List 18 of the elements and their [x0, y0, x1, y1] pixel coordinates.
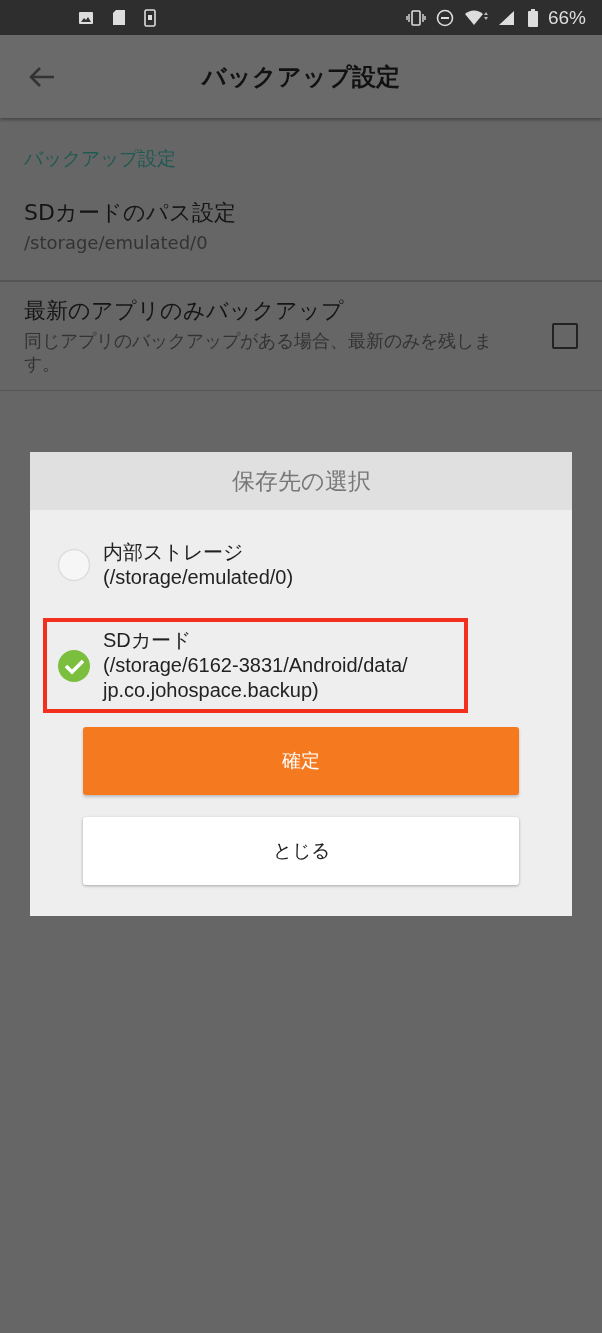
checkbox[interactable] — [552, 322, 578, 349]
sd-card-icon — [112, 9, 126, 26]
back-arrow-icon[interactable] — [28, 64, 56, 89]
battery-level: 66% — [547, 6, 586, 29]
storage-option[interactable]: 内部ストレージ (/storage/emulated/0) — [43, 530, 468, 600]
close-button[interactable]: とじる — [83, 817, 519, 885]
check-circle-icon — [57, 648, 91, 683]
section-header: バックアップ設定 — [23, 146, 177, 171]
battery-icon — [527, 8, 538, 27]
storage-option[interactable]: SDカード (/storage/6162-3831/Android/data/jp.co.johospace.backup) — [43, 618, 468, 713]
vibrate-icon — [405, 9, 426, 26]
phone-icon — [144, 8, 156, 27]
radio-circle-icon — [57, 548, 91, 582]
page-title: バックアップ設定 — [202, 61, 400, 93]
dialog-title: 保存先の選択 — [30, 452, 572, 510]
do-not-disturb-icon — [435, 8, 454, 27]
wifi-icon — [463, 9, 488, 26]
image-icon — [78, 9, 94, 26]
